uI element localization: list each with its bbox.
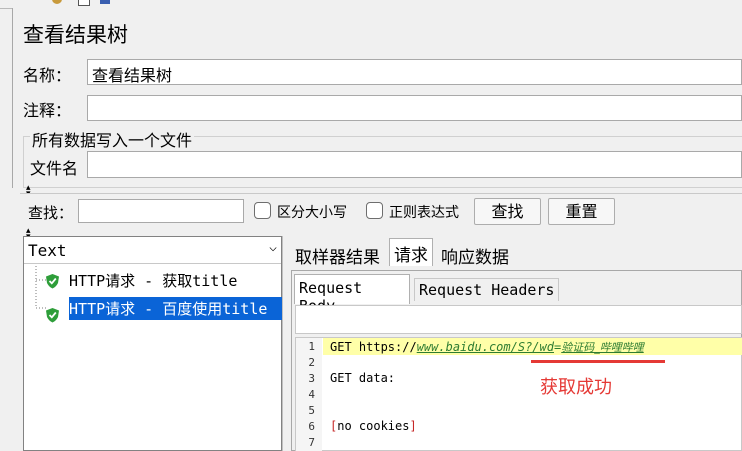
code-line-3: GET data:	[330, 371, 396, 385]
results-tree-pane	[23, 236, 282, 451]
reset-button[interactable]: 重置	[548, 198, 615, 225]
file-label: 文件名	[30, 159, 79, 178]
line-number: 3	[308, 372, 315, 385]
tab-request[interactable]: 请求	[389, 238, 433, 266]
name-label: 名称：	[23, 66, 72, 85]
line-number: 4	[308, 388, 315, 401]
case-sensitive-label: 区分大小写	[277, 205, 347, 221]
comment-label: 注释：	[23, 101, 72, 120]
tab-request-headers[interactable]: Request Headers	[414, 278, 560, 301]
line-number: 6	[308, 420, 315, 433]
toolbar-icon[interactable]	[52, 0, 62, 4]
success-annotation: 获取成功	[540, 377, 612, 398]
tab-response-data[interactable]: 响应数据	[437, 241, 513, 270]
pane-splitter[interactable]	[282, 236, 289, 451]
case-sensitive-checkbox[interactable]	[254, 202, 271, 219]
regex-label: 正则表达式	[389, 205, 459, 221]
line-number: 2	[308, 356, 315, 369]
line-number: 5	[308, 404, 315, 417]
annotation-underline	[531, 360, 665, 363]
code-line-6: [no cookies]	[330, 419, 417, 433]
code-line-1: GET https://www.baidu.com/S?/wd=验证码_哔哩哔哩	[330, 339, 644, 355]
tab-sampler-result[interactable]: 取样器结果	[291, 241, 384, 270]
file-name-field[interactable]	[87, 151, 742, 178]
tab-request-body[interactable]: Request Body	[294, 274, 410, 315]
toolbar-icon[interactable]	[100, 0, 110, 4]
search-label: 查找：	[28, 204, 74, 222]
renderer-select[interactable]: Text ⌵	[24, 238, 281, 264]
tree-item-selected[interactable]: HTTP请求 - 百度使用title	[45, 297, 285, 324]
tree-item-label: HTTP请求 - 获取title	[69, 272, 238, 290]
line-number: 1	[308, 340, 315, 353]
request-url-link[interactable]: www.baidu.com/S?/wd	[417, 340, 554, 354]
bracket-close: ]	[409, 419, 417, 433]
name-field[interactable]: 查看结果树	[87, 59, 742, 85]
page-title: 查看结果树	[23, 23, 128, 47]
line-number: 7	[308, 436, 315, 449]
success-shield-icon	[46, 274, 59, 289]
search-input[interactable]	[78, 199, 244, 223]
editor-toolbar	[295, 305, 742, 334]
chevron-down-icon[interactable]: ⌵	[269, 240, 277, 255]
cookies-text: no cookies	[337, 419, 410, 433]
tree-item-label: HTTP请求 - 百度使用title	[69, 297, 285, 320]
find-button[interactable]: 查找	[474, 198, 541, 225]
success-shield-icon	[46, 308, 59, 323]
query-param-link[interactable]: 验证码_哔哩哔哩	[561, 341, 644, 354]
request-method-text: GET https://	[330, 340, 417, 354]
renderer-value: Text	[28, 241, 67, 260]
regex-checkbox[interactable]	[366, 202, 383, 219]
comment-field[interactable]	[87, 95, 742, 121]
file-group-title: 所有数据写入一个文件	[30, 127, 195, 151]
toolbar-icon[interactable]	[78, 0, 90, 6]
tree-item[interactable]: HTTP请求 - 获取title	[45, 270, 237, 291]
